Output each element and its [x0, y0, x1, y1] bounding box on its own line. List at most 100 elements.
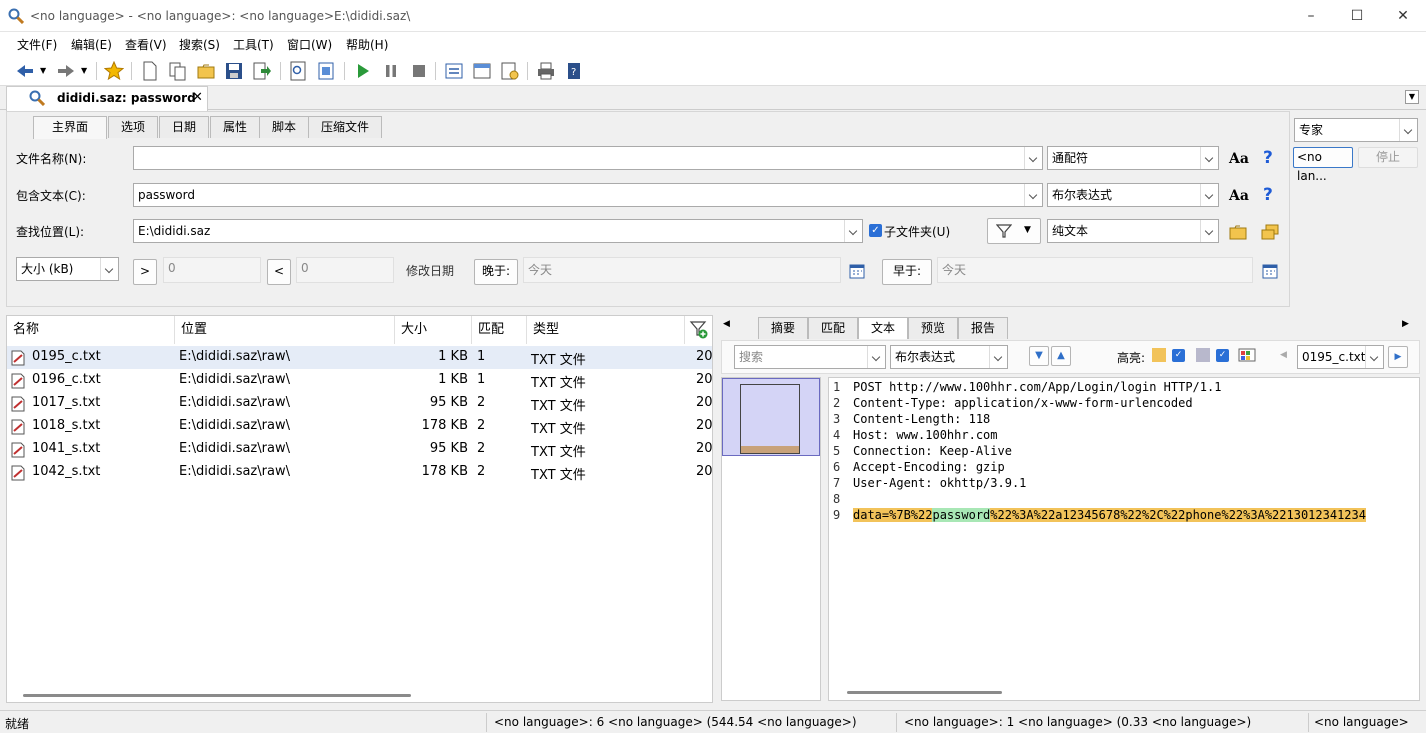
preview-search-mode-select[interactable]: 布尔表达式 — [890, 345, 1008, 369]
highlight-color-search-swatch[interactable] — [1196, 348, 1210, 362]
less-than-button[interactable]: < — [267, 259, 291, 285]
menu-window[interactable]: 窗口(W) — [287, 36, 332, 53]
mode-select[interactable]: 专家 — [1294, 118, 1418, 142]
contains-help-icon[interactable]: ? — [1263, 185, 1273, 205]
stop-button[interactable]: 停止 — [1358, 147, 1418, 168]
start-search-icon[interactable] — [353, 61, 373, 81]
preview-tab-matches[interactable]: 匹配 — [808, 317, 858, 339]
filename-mode-select[interactable]: 通配符 — [1047, 146, 1219, 170]
preview-tab-report[interactable]: 报告 — [958, 317, 1008, 339]
close-button[interactable]: ✕ — [1380, 0, 1426, 32]
size-min-field[interactable]: 0 — [163, 257, 261, 283]
menu-help[interactable]: 帮助(H) — [346, 36, 388, 53]
tab-list-dropdown-icon[interactable]: ▼ — [1405, 90, 1419, 104]
add-column-filter-icon[interactable] — [689, 320, 709, 340]
after-button[interactable]: 晚于: — [474, 259, 518, 285]
save-icon[interactable] — [224, 61, 244, 81]
contains-mode-select[interactable]: 布尔表达式 — [1047, 183, 1219, 207]
table-row[interactable]: 1018_s.txt E:\dididi.saz\raw\ 178 KB 2 TXT 文… — [7, 415, 713, 438]
tab-options[interactable]: 选项 — [108, 116, 158, 138]
tabs-scroll-left-icon[interactable]: ◀ — [723, 319, 730, 329]
tab-attributes[interactable]: 属性 — [210, 116, 260, 138]
highlight-color-match-swatch[interactable] — [1152, 348, 1166, 362]
print-icon[interactable] — [536, 61, 556, 81]
table-row[interactable]: 1017_s.txt E:\dididi.saz\raw\ 95 KB 2 TXT 文件… — [7, 392, 713, 415]
location-input[interactable]: E:\dididi.saz — [133, 219, 863, 243]
find-next-button[interactable]: ▼ — [1029, 346, 1049, 366]
table-row[interactable]: 0195_c.txt E:\dididi.saz\raw\ 1 KB 1 TXT 文件 2… — [7, 346, 713, 369]
table-row[interactable]: 1042_s.txt E:\dididi.saz\raw\ 178 KB 2 TXT 文… — [7, 461, 713, 484]
highlight-match-checkbox[interactable]: ✓ — [1172, 349, 1185, 362]
column-location[interactable]: 位置 — [175, 316, 395, 344]
replace-icon[interactable] — [444, 61, 464, 81]
document-thumbnail[interactable] — [721, 377, 821, 701]
column-name[interactable]: 名称 — [7, 316, 175, 344]
size-unit-select[interactable]: 大小 (kB) — [16, 257, 119, 281]
text-preview[interactable]: 1 POST http://www.100hhr.com/App/Login/lo… — [828, 377, 1420, 701]
menu-search[interactable]: 搜索(S) — [179, 36, 220, 53]
menu-view[interactable]: 查看(V) — [125, 36, 167, 53]
filename-match-case-icon[interactable]: Aa — [1229, 151, 1249, 167]
close-tab-icon[interactable]: ✕ — [192, 90, 203, 105]
filename-help-icon[interactable]: ? — [1263, 148, 1273, 168]
preview-horizontal-scrollbar[interactable] — [847, 691, 1002, 694]
subfolders-checkbox[interactable]: ✓ — [869, 224, 882, 237]
forward-dropdown-icon[interactable]: ▼ — [81, 66, 87, 75]
highlight-search-checkbox[interactable]: ✓ — [1216, 349, 1229, 362]
preview-search-input[interactable]: 搜索 — [734, 345, 886, 369]
new-document-icon[interactable] — [140, 61, 160, 81]
after-date-field[interactable]: 今天 — [523, 257, 841, 283]
new-copy-icon[interactable] — [168, 61, 188, 81]
preview-tab-preview[interactable]: 预览 — [908, 317, 958, 339]
preview-tab-text[interactable]: 文本 — [858, 317, 908, 339]
back-dropdown-icon[interactable]: ▼ — [40, 66, 46, 75]
filter-dropdown-button[interactable]: ▼ — [987, 218, 1041, 244]
contains-text-input[interactable]: password — [133, 183, 1043, 207]
highlight-palette-icon[interactable] — [1238, 346, 1256, 364]
after-calendar-icon[interactable] — [849, 263, 865, 279]
menu-tools[interactable]: 工具(T) — [233, 36, 274, 53]
tab-date[interactable]: 日期 — [159, 116, 209, 138]
browse-multiple-folders-icon[interactable] — [1261, 224, 1279, 240]
stop-icon[interactable] — [409, 61, 429, 81]
preview-tab-summary[interactable]: 摘要 — [758, 317, 808, 339]
results-horizontal-scrollbar[interactable] — [23, 694, 411, 697]
document-tab[interactable]: dididi.saz: password ✕ — [6, 86, 208, 111]
contains-match-case-icon[interactable]: Aa — [1229, 188, 1249, 204]
tab-archives[interactable]: 压缩文件 — [308, 116, 382, 138]
help-book-icon[interactable]: ? — [564, 61, 584, 81]
size-max-field[interactable]: 0 — [296, 257, 394, 283]
maximize-button[interactable]: ☐ — [1334, 0, 1380, 32]
forward-icon[interactable] — [56, 61, 76, 81]
greater-than-button[interactable]: > — [133, 259, 157, 285]
filename-input[interactable] — [133, 146, 1043, 170]
window-layout-icon[interactable] — [472, 61, 492, 81]
minimize-button[interactable]: – — [1288, 0, 1334, 32]
find-in-document-icon[interactable] — [288, 61, 308, 81]
back-icon[interactable] — [15, 61, 35, 81]
browse-folder-icon[interactable] — [1229, 224, 1247, 240]
tab-script[interactable]: 脚本 — [259, 116, 309, 138]
image-view-icon[interactable] — [316, 61, 336, 81]
pause-icon[interactable] — [381, 61, 401, 81]
table-row[interactable]: 1041_s.txt E:\dididi.saz\raw\ 95 KB 2 TXT 文件… — [7, 438, 713, 461]
column-type[interactable]: 类型 — [527, 316, 685, 344]
before-button[interactable]: 早于: — [882, 259, 932, 285]
column-matches[interactable]: 匹配 — [472, 316, 527, 344]
tab-main[interactable]: 主界面 — [33, 116, 107, 139]
before-calendar-icon[interactable] — [1262, 263, 1278, 279]
tabs-scroll-right-icon[interactable]: ▶ — [1402, 319, 1409, 329]
menu-edit[interactable]: 编辑(E) — [71, 36, 112, 53]
find-previous-button[interactable]: ▲ — [1051, 346, 1071, 366]
next-file-button[interactable]: ▶ — [1388, 346, 1408, 368]
encoding-select[interactable]: 纯文本 — [1047, 219, 1219, 243]
export-icon[interactable] — [252, 61, 272, 81]
column-size[interactable]: 大小 — [395, 316, 472, 344]
before-date-field[interactable]: 今天 — [937, 257, 1253, 283]
preview-file-select[interactable]: 0195_c.txt — [1297, 345, 1384, 369]
report-settings-icon[interactable] — [500, 61, 520, 81]
menu-file[interactable]: 文件(F) — [17, 36, 57, 53]
favorites-star-icon[interactable] — [104, 61, 124, 81]
open-folder-icon[interactable] — [196, 61, 216, 81]
language-button[interactable]: <no lan... — [1293, 147, 1353, 183]
